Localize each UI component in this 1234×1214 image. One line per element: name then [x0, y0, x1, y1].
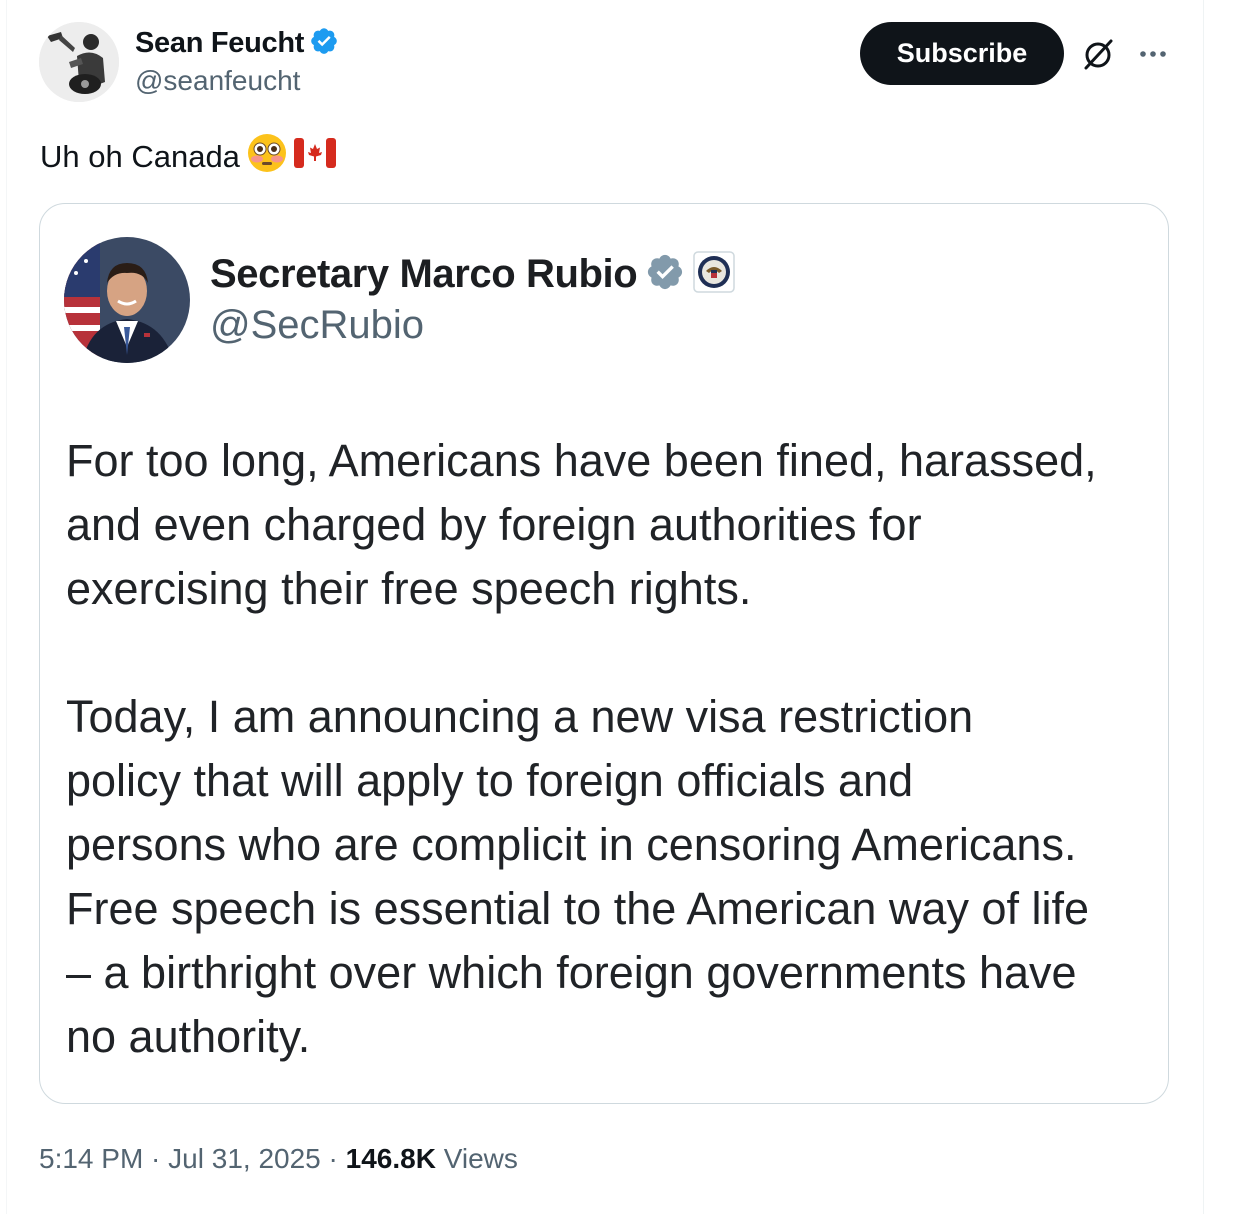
quoted-avatar-portrait — [64, 237, 190, 363]
author-name[interactable]: Sean Feucht — [135, 27, 304, 60]
meta-separator: · — [143, 1143, 169, 1174]
quoted-author-name-row: Secretary Marco Rubio — [210, 249, 736, 299]
more-icon[interactable] — [1137, 40, 1169, 68]
subscribe-button[interactable]: Subscribe — [860, 22, 1064, 85]
post-date[interactable]: Jul 31, 2025 — [168, 1143, 321, 1175]
quoted-post-body: For too long, Americans have been fined,… — [66, 429, 1156, 1069]
post-meta: 5:14 PM · Jul 31, 2025 · 146.8K Views — [39, 1143, 518, 1175]
quoted-post-card[interactable]: Secretary Marco Rubio @SecRubio For too … — [39, 203, 1169, 1104]
views-count: 146.8K — [345, 1143, 436, 1174]
left-border — [6, 0, 7, 1214]
author-avatar[interactable] — [39, 22, 119, 102]
canada-flag-emoji — [293, 138, 336, 176]
quoted-paragraph-1: For too long, Americans have been fined,… — [66, 435, 1097, 614]
post-time[interactable]: 5:14 PM — [39, 1143, 143, 1175]
meta-separator: · — [320, 1143, 346, 1174]
quoted-author-name[interactable]: Secretary Marco Rubio — [210, 252, 638, 297]
quoted-author-handle[interactable]: @SecRubio — [210, 303, 424, 348]
avatar-illustration — [39, 22, 119, 102]
grok-icon[interactable] — [1080, 36, 1116, 72]
views-label: Views — [435, 1143, 518, 1174]
right-border — [1203, 0, 1204, 1214]
quoted-paragraph-2: Today, I am announcing a new visa restri… — [66, 691, 1090, 1062]
state-department-seal-icon — [693, 250, 736, 298]
author-handle[interactable]: @seanfeucht — [135, 65, 300, 97]
post-text-content: Uh oh Canada — [40, 139, 240, 174]
author-name-row: Sean Feucht — [135, 26, 339, 60]
verified-badge-gray-icon — [645, 252, 685, 297]
verified-badge-icon — [309, 26, 339, 61]
flushed-face-emoji — [246, 132, 288, 182]
post-text: Uh oh Canada — [40, 132, 336, 182]
quoted-author-avatar[interactable] — [64, 237, 190, 363]
